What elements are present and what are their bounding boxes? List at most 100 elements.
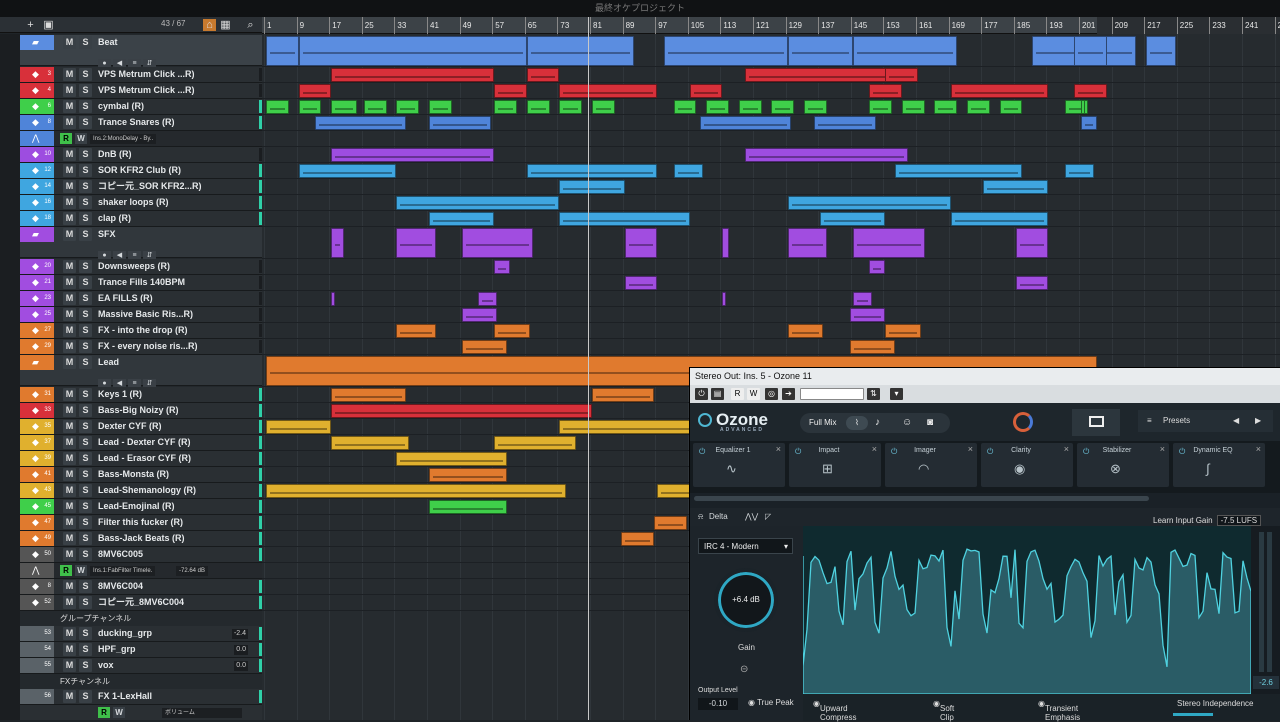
ruler-bar-label[interactable]: 233 <box>1209 17 1226 34</box>
track-name[interactable]: SOR KFR2 Club (R) <box>98 163 181 178</box>
track-row[interactable]: ◆ 12 M S SOR KFR2 Club (R) <box>20 163 262 179</box>
clip-event[interactable] <box>738 100 762 114</box>
clip-event[interactable] <box>494 260 511 274</box>
clip-event[interactable] <box>396 324 436 338</box>
clip-event[interactable] <box>653 516 687 530</box>
menu-icon[interactable]: ▾ <box>890 388 903 400</box>
ruler-bar-label[interactable]: 145 <box>850 17 867 34</box>
track-row[interactable]: ▰ M S SFX ● ◀ ≡ ⇵ <box>20 227 262 261</box>
clip-event[interactable] <box>1015 276 1049 290</box>
mute-button[interactable]: M <box>63 659 76 672</box>
clip-event[interactable] <box>331 68 495 82</box>
mute-button[interactable]: M <box>63 468 76 481</box>
ruler-bar-label[interactable]: 153 <box>883 17 900 34</box>
track-name[interactable]: Filter this fucker (R) <box>98 515 183 530</box>
assistant-icon[interactable]: ☺ <box>902 413 912 433</box>
track-row[interactable]: ⋀ R W Ins.1:FabFilter Timele. -72.64 dB <box>20 563 262 579</box>
clip-event[interactable] <box>852 228 925 258</box>
ruler-bar-label[interactable]: 33 <box>394 17 406 34</box>
chain-scroll[interactable] <box>690 493 1280 508</box>
solo-button[interactable]: S <box>79 659 92 672</box>
clip-event[interactable] <box>849 340 896 354</box>
clip-event[interactable] <box>363 100 387 114</box>
mute-button[interactable]: M <box>63 420 76 433</box>
ruler-bar-label[interactable]: 81 <box>590 17 602 34</box>
clip-event[interactable] <box>803 100 827 114</box>
solo-button[interactable]: S <box>79 196 92 209</box>
soft-clip-toggle[interactable]: ◉ Soft Clip <box>933 699 954 722</box>
clip-event[interactable] <box>396 196 560 210</box>
group-row[interactable]: 55 M Svox 0.0 <box>20 658 262 674</box>
next-preset-icon[interactable]: ▶ <box>1255 410 1261 432</box>
clip-event[interactable] <box>559 420 697 434</box>
solo-button[interactable]: S <box>79 276 92 289</box>
clip-event[interactable] <box>494 324 531 338</box>
module-power-icon[interactable]: ⏻ <box>795 447 801 457</box>
mute-button[interactable]: M <box>63 324 76 337</box>
clip-event[interactable] <box>396 228 436 258</box>
clip-event[interactable] <box>624 276 658 290</box>
delta-label[interactable]: Delta <box>709 508 728 526</box>
solo-button[interactable]: S <box>79 500 92 513</box>
mute-button[interactable]: M <box>63 340 76 353</box>
clip-event[interactable] <box>849 308 886 322</box>
clip-event[interactable] <box>266 100 289 114</box>
close-icon[interactable]: × <box>776 444 781 454</box>
ruler-bar-label[interactable]: 217 <box>1144 17 1161 34</box>
playback-cursor[interactable] <box>588 17 589 720</box>
clip-event[interactable] <box>592 100 615 114</box>
track-name[interactable]: Beat <box>98 35 118 50</box>
mute-button[interactable]: M <box>63 596 76 609</box>
clip-event[interactable] <box>852 292 873 306</box>
solo-button[interactable]: S <box>79 404 92 417</box>
track-row[interactable]: ◆ 45 M S Lead-Emojinal (R) <box>20 499 262 515</box>
mute-button[interactable]: M <box>63 388 76 401</box>
stereo-slider[interactable] <box>1173 713 1213 716</box>
track-name[interactable]: Bass-Jack Beats (R) <box>98 531 185 546</box>
solo-button[interactable]: S <box>79 452 92 465</box>
track-name[interactable]: FX - into the drop (R) <box>98 323 187 338</box>
mute-button[interactable]: M <box>63 643 76 656</box>
track-row[interactable]: ◆ 20 M S Downsweeps (R) <box>20 259 262 275</box>
clip-event[interactable] <box>787 228 827 258</box>
track-row[interactable]: ◆ 52 M S コピー元_8MV6C004 <box>20 595 262 611</box>
clip-event[interactable] <box>689 84 723 98</box>
prev-preset-icon[interactable]: ◀ <box>1233 410 1239 432</box>
solo-button[interactable]: S <box>79 388 92 401</box>
track-row[interactable]: ◆ 35 M S Dexter CYF (R) <box>20 419 262 435</box>
solo-button[interactable]: S <box>79 580 92 593</box>
close-icon[interactable]: × <box>872 444 877 454</box>
folder-controls[interactable]: ● ◀ ≡ ⇵ <box>98 372 158 389</box>
clip-event[interactable] <box>999 100 1023 114</box>
clip-event[interactable] <box>1081 116 1098 130</box>
clip-event[interactable] <box>950 212 1049 226</box>
clip-event[interactable] <box>663 36 788 66</box>
folder-controls[interactable]: ● ◀ ≡ ⇵ <box>98 52 158 69</box>
clip-event[interactable] <box>983 180 1049 194</box>
read-button[interactable]: R <box>60 133 72 144</box>
track-row[interactable]: ▰ M S Lead ● ◀ ≡ ⇵ <box>20 355 262 389</box>
track-name[interactable]: Keys 1 (R) <box>98 387 142 402</box>
clip-event[interactable] <box>1064 164 1095 178</box>
solo-button[interactable]: S <box>79 180 92 193</box>
track-name[interactable]: Dexter CYF (R) <box>98 419 162 434</box>
ruler-bar-label[interactable]: 97 <box>655 17 667 34</box>
clip-event[interactable] <box>298 100 322 114</box>
clip-event[interactable] <box>331 436 410 450</box>
clip-event[interactable] <box>1146 36 1176 66</box>
clip-event[interactable] <box>461 228 534 258</box>
track-name[interactable]: VPS Metrum Click ...R) <box>98 67 195 82</box>
ruler-bar-label[interactable]: 73 <box>557 17 569 34</box>
track-name[interactable]: Trance Fills 140BPM <box>98 275 185 290</box>
ruler-bar-label[interactable]: 17 <box>329 17 341 34</box>
track-row[interactable]: ◆ 49 M S Bass-Jack Beats (R) <box>20 531 262 547</box>
true-peak-toggle[interactable]: ◉ True Peak <box>748 698 794 707</box>
track-name[interactable]: Lead <box>98 355 119 370</box>
ruler-bar-label[interactable]: 177 <box>981 17 998 34</box>
track-name[interactable]: Downsweeps (R) <box>98 259 170 274</box>
mute-button[interactable]: M <box>63 84 76 97</box>
module-power-icon[interactable]: ⏻ <box>891 447 897 457</box>
module-slot[interactable]: Clarity × ◉ ⏻ <box>981 443 1073 487</box>
mute-button[interactable]: M <box>63 212 76 225</box>
clip-event[interactable] <box>266 36 299 66</box>
